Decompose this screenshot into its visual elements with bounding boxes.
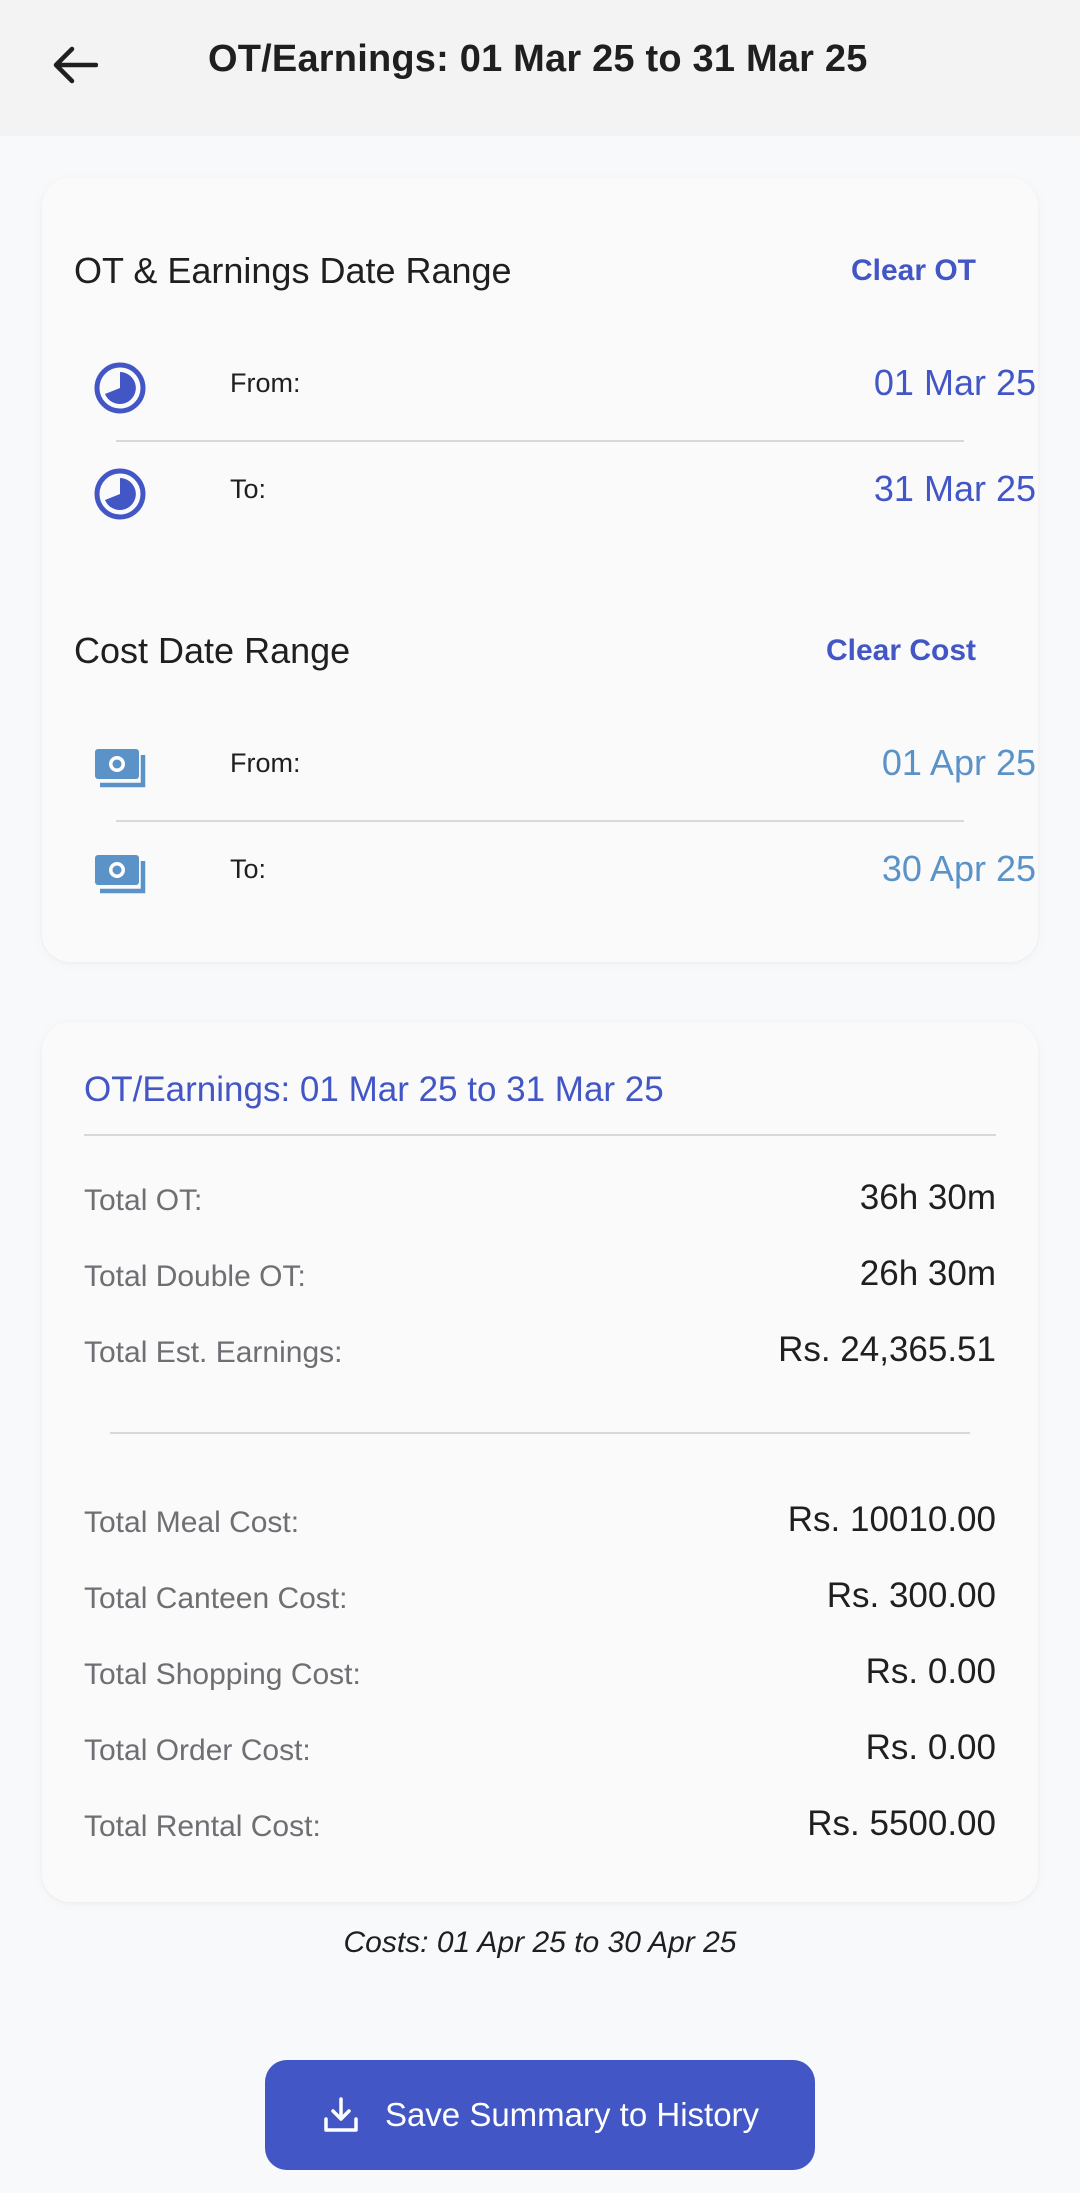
summary-value: Rs. 10010.00: [787, 1500, 996, 1539]
cost-from-label: From:: [230, 748, 301, 778]
summary-label: Total Shopping Cost:: [84, 1658, 361, 1691]
ot-to-value: 31 Mar 25: [873, 468, 1036, 509]
cost-range-title: Cost Date Range: [74, 630, 351, 671]
ot-from-value: 01 Mar 25: [873, 362, 1036, 403]
summary-row-total-ot: Total OT: 36h 30m: [84, 1172, 996, 1232]
summary-label: Total Meal Cost:: [84, 1506, 300, 1539]
save-summary-button[interactable]: Save Summary to History: [265, 2060, 815, 2170]
summary-value: Rs. 300.00: [826, 1576, 996, 1615]
save-summary-label: Save Summary to History: [384, 2096, 760, 2133]
divider: [116, 440, 964, 442]
ot-from-label: From:: [230, 368, 301, 398]
summary-row-order-cost: Total Order Cost: Rs. 0.00: [84, 1722, 996, 1782]
ot-range-title: OT & Earnings Date Range: [74, 250, 512, 291]
ot-to-row[interactable]: To: 31 Mar 25: [92, 448, 1036, 538]
summary-row-meal-cost: Total Meal Cost: Rs. 10010.00: [84, 1494, 996, 1554]
summary-label: Total Canteen Cost:: [84, 1582, 348, 1615]
summary-label: Total Est. Earnings:: [84, 1336, 343, 1369]
summary-value: Rs. 5500.00: [807, 1804, 996, 1843]
summary-value: Rs. 0.00: [865, 1652, 996, 1691]
summary-card: OT/Earnings: 01 Mar 25 to 31 Mar 25 Tota…: [42, 1022, 1038, 1902]
summary-title: OT/Earnings: 01 Mar 25 to 31 Mar 25: [84, 1070, 664, 1109]
page-title: OT/Earnings: 01 Mar 25 to 31 Mar 25: [208, 38, 868, 80]
cost-range-caption: Costs: 01 Apr 25 to 30 Apr 25: [343, 1926, 737, 1959]
summary-row-rental-cost: Total Rental Cost: Rs. 5500.00: [84, 1798, 996, 1858]
arrow-left-icon: [53, 46, 98, 84]
clock-icon: [94, 362, 146, 414]
summary-value: 26h 30m: [859, 1254, 996, 1293]
summary-row-canteen-cost: Total Canteen Cost: Rs. 300.00: [84, 1570, 996, 1630]
summary-row-total-earnings: Total Est. Earnings: Rs. 24,365.51: [84, 1324, 996, 1384]
money-icon: [95, 749, 146, 788]
summary-value: Rs. 0.00: [865, 1728, 996, 1767]
back-button[interactable]: [40, 30, 110, 100]
summary-label: Total Double OT:: [84, 1260, 306, 1293]
money-icon: [95, 855, 146, 894]
summary-value: 36h 30m: [859, 1178, 996, 1217]
cost-to-value: 30 Apr 25: [881, 848, 1036, 889]
summary-row-shopping-cost: Total Shopping Cost: Rs. 0.00: [84, 1646, 996, 1706]
divider: [110, 1432, 970, 1434]
date-range-card: OT & Earnings Date Range Clear OT From: …: [42, 178, 1038, 962]
divider: [84, 1134, 996, 1136]
clock-icon: [94, 468, 146, 520]
cost-from-value: 01 Apr 25: [881, 742, 1036, 783]
summary-label: Total OT:: [84, 1184, 203, 1217]
clear-ot-button[interactable]: Clear OT: [851, 254, 976, 288]
cost-to-label: To:: [230, 854, 267, 884]
clear-cost-button[interactable]: Clear Cost: [826, 634, 976, 668]
download-icon: [324, 2097, 358, 2132]
ot-to-label: To:: [230, 474, 267, 504]
summary-value: Rs. 24,365.51: [778, 1330, 996, 1369]
app-bar: OT/Earnings: 01 Mar 25 to 31 Mar 25: [0, 0, 1080, 136]
cost-to-row[interactable]: To: 30 Apr 25: [92, 828, 1036, 918]
summary-label: Total Order Cost:: [84, 1734, 311, 1767]
divider: [116, 820, 964, 822]
summary-label: Total Rental Cost:: [84, 1810, 321, 1843]
cost-from-row[interactable]: From: 01 Apr 25: [92, 722, 1036, 812]
summary-row-total-double-ot: Total Double OT: 26h 30m: [84, 1248, 996, 1308]
ot-from-row[interactable]: From: 01 Mar 25: [92, 342, 1036, 432]
